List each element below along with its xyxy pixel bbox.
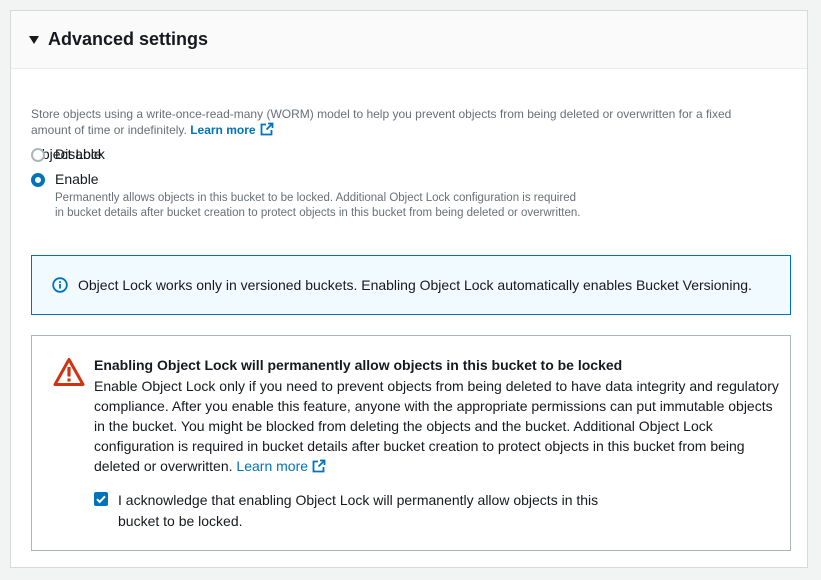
warning-learn-more-label: Learn more	[236, 458, 309, 474]
acknowledge-checkbox[interactable]	[94, 492, 108, 506]
advanced-settings-panel: Advanced settings Object Lock Store obje…	[10, 10, 808, 568]
panel-title: Advanced settings	[48, 29, 209, 49]
external-link-icon	[312, 459, 326, 473]
caret-down-icon[interactable]	[29, 36, 39, 44]
radio-disable[interactable]	[31, 148, 45, 162]
warning-title: Enabling Object Lock will permanently al…	[94, 357, 623, 373]
learn-more-link[interactable]: Learn more	[190, 122, 273, 137]
acknowledge-label[interactable]: I acknowledge that enabling Object Lock …	[118, 490, 618, 532]
advanced-settings-toggle[interactable]: Advanced settings	[11, 11, 807, 69]
radio-enable-label[interactable]: Enable	[55, 171, 99, 187]
external-link-icon	[260, 122, 273, 136]
learn-more-label: Learn more	[190, 123, 256, 137]
warning-body: Enable Object Lock only if you need to p…	[94, 378, 779, 474]
object-lock-description-text: Store objects using a write-once-read-ma…	[31, 107, 732, 137]
info-icon	[52, 277, 68, 293]
info-alert-text: Object Lock works only in versioned buck…	[78, 277, 752, 293]
warning-alert: Enabling Object Lock will permanently al…	[31, 335, 791, 551]
radio-disable-label[interactable]: Disable	[55, 146, 102, 162]
warning-text: Enable Object Lock only if you need to p…	[94, 376, 784, 476]
object-lock-description: Store objects using a write-once-read-ma…	[31, 106, 771, 138]
warning-learn-more-link[interactable]: Learn more	[236, 458, 326, 474]
radio-enable-description: Permanently allows objects in this bucke…	[55, 192, 581, 219]
radio-enable[interactable]	[31, 173, 45, 187]
warning-icon	[53, 357, 85, 392]
checkmark-icon	[96, 495, 106, 504]
info-alert: Object Lock works only in versioned buck…	[31, 255, 791, 315]
